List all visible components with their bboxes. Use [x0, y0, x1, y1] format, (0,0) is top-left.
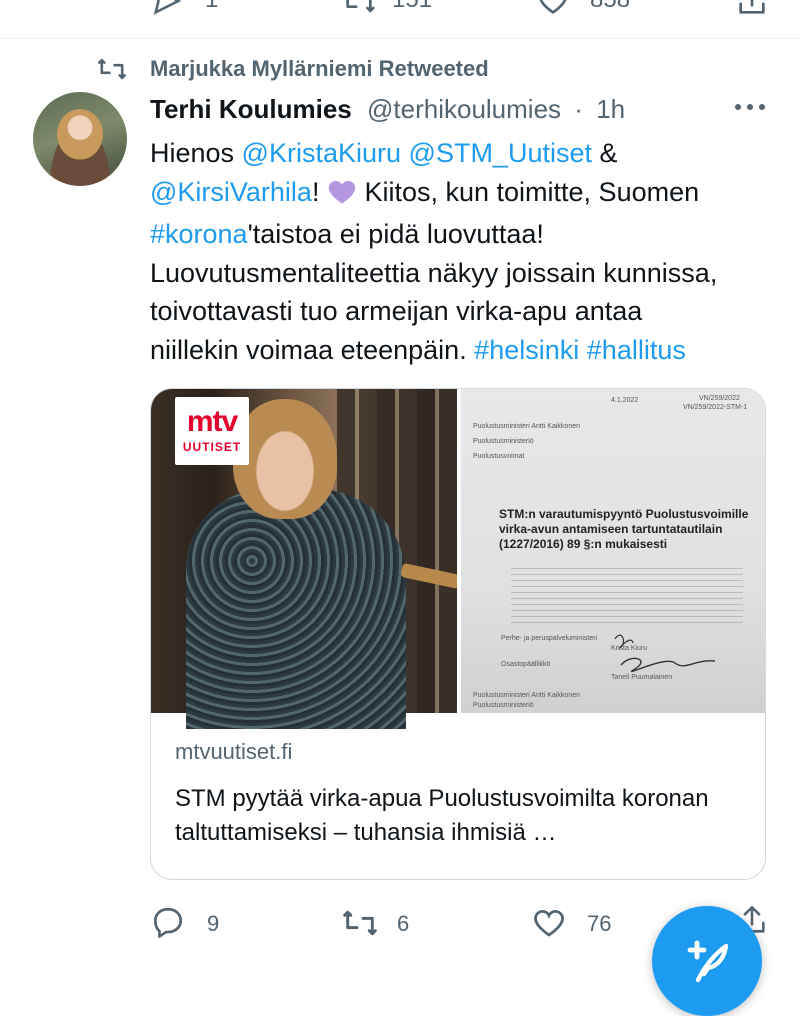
doc-date: 4.1.2022 [611, 397, 639, 404]
hashtag-link[interactable]: #hallitus [587, 335, 686, 365]
tweet-text-segment [401, 138, 409, 168]
document-photo: 4.1.2022 VN/259/2022 VN/259/2022-STM-1 P… [461, 389, 765, 713]
link-preview-image: mtv UUTISET 4.1.2022 VN/259/2022 VN/259/… [151, 389, 765, 729]
author-name[interactable]: Terhi Koulumies [150, 94, 352, 124]
doc-signer-title: Osastopäällikkö [501, 661, 551, 668]
like-icon[interactable] [535, 0, 571, 23]
card-title: STM pyytää virka-apua Puolustusvoimilta … [175, 785, 709, 846]
mention-link[interactable]: @STM_Uutiset [409, 138, 592, 168]
tweet-divider [0, 38, 800, 39]
previous-tweet-partial-count: 1 [205, 0, 218, 14]
doc-cc: Puolustusministeriö [473, 702, 534, 709]
logo-main-text: mtv [186, 405, 238, 438]
retweet-icon[interactable] [340, 0, 378, 23]
avatar[interactable] [33, 92, 127, 186]
retweet-header[interactable]: Marjukka Myllärniemi Retweeted [150, 56, 489, 82]
tweet-text-segment: 'taistoa ei pidä luovuttaa! [247, 219, 544, 249]
share-icon[interactable] [150, 0, 184, 23]
doc-title: STM:n varautumispyyntö Puolustusvoimille… [499, 507, 749, 551]
tweet-text-segment: niillekin voimaa eteenpäin. [150, 334, 475, 365]
tweet-text-segment [579, 335, 587, 365]
mention-link[interactable]: @KristaKiuru [242, 138, 401, 168]
doc-signer-name: Taneli Puumalainen [611, 674, 673, 681]
card-domain: mtvuutiset.fi [175, 739, 293, 764]
like-count: 76 [587, 911, 612, 936]
tweet-text-segment: ! [311, 176, 327, 207]
tweet-text-segment: toivottavasti tuo armeijan virka-apu ant… [150, 296, 643, 326]
like-icon[interactable] [530, 905, 568, 946]
purple-heart-emoji-icon [327, 177, 357, 216]
signature-image [614, 634, 716, 673]
doc-recipient: Puolustusministeriö [473, 438, 534, 445]
doc-ref2: VN/259/2022-STM-1 [683, 404, 748, 411]
author-handle[interactable]: @terhikoulumies [367, 94, 561, 124]
doc-ref1: VN/259/2022 [699, 395, 740, 402]
doc-cc: Puolustusministeri Antti Kaikkonen [473, 692, 580, 699]
photo-left: mtv UUTISET [151, 389, 462, 729]
doc-recipient: Puolustusministeri Antti Kaikkonen [473, 423, 580, 430]
share-icon[interactable] [735, 0, 769, 23]
tweet-time[interactable]: 1h [596, 94, 625, 124]
reply-icon[interactable] [150, 904, 186, 945]
hashtag-link[interactable]: #korona [150, 219, 248, 249]
tweet-text-segment: & [591, 138, 618, 168]
tweet-text-segment: Hienos [150, 138, 242, 168]
logo-sub-text: UUTISET [182, 440, 242, 454]
retweet-icon[interactable] [340, 906, 380, 945]
doc-body-text [511, 565, 743, 627]
tweet-text-segment: Kiitos, kun toimitte, Suomen [356, 176, 700, 207]
retweet-header-icon [95, 55, 129, 83]
more-icon[interactable] [735, 104, 765, 110]
separator-dot: · [574, 94, 583, 124]
mention-link[interactable]: @KirsiVarhila [150, 177, 312, 207]
tweet-text: Hienos @KristaKiuru @STM_Uutiset & @Kirs… [150, 134, 780, 369]
link-preview-card[interactable]: mtv UUTISET 4.1.2022 VN/259/2022 VN/259/… [150, 388, 766, 880]
previous-tweet-like-count: 858 [590, 0, 630, 14]
mtv-uutiset-logo: mtv UUTISET [175, 397, 249, 465]
reply-count: 9 [207, 911, 220, 936]
retweet-count: 6 [397, 911, 410, 936]
tweet-author-line: Terhi Koulumies @terhikoulumies · 1h [150, 94, 625, 125]
doc-recipient: Puolustusvoimat [473, 453, 525, 460]
doc-signer-title: Perhe- ja peruspalveluministeri [501, 635, 598, 642]
hashtag-link[interactable]: #helsinki [474, 335, 579, 365]
tweet-text-segment: Luovutusmentaliteettia näkyy joissain ku… [150, 257, 718, 288]
previous-tweet-retweet-count: 151 [392, 0, 432, 14]
